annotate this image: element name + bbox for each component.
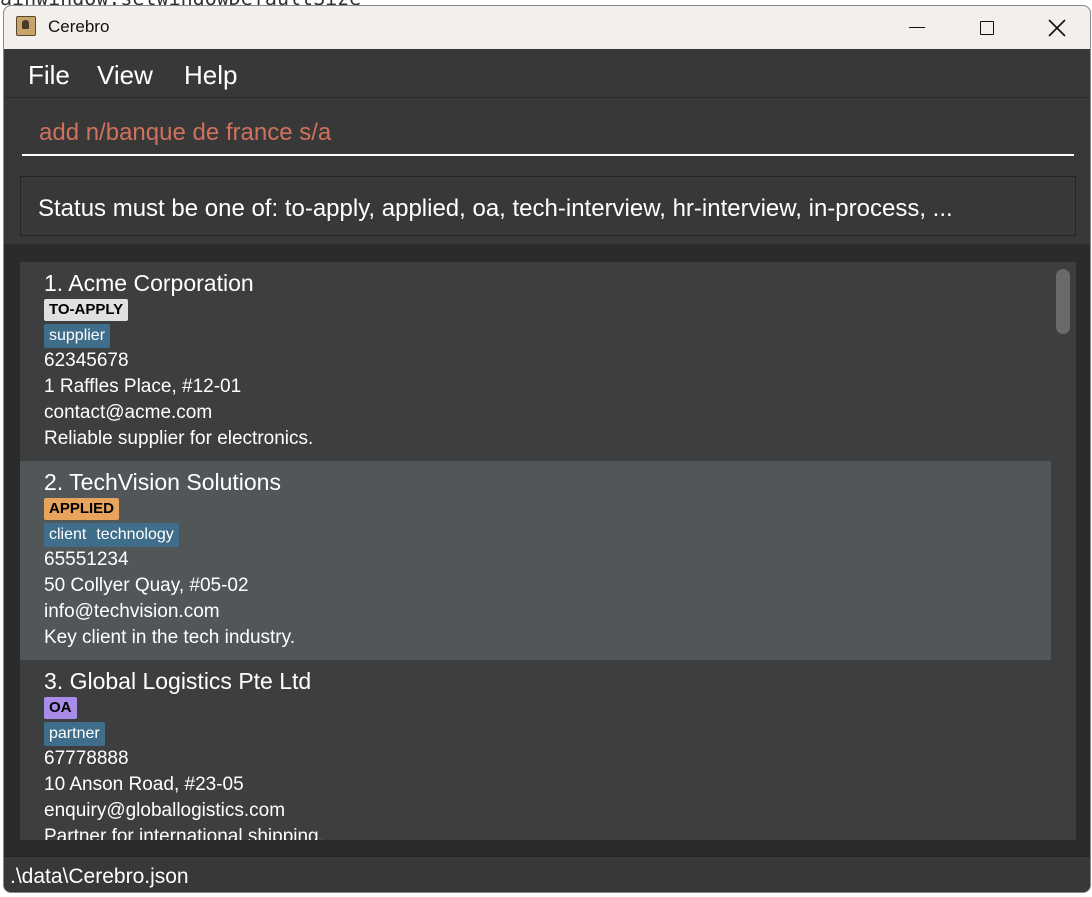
tag: supplier bbox=[44, 324, 111, 348]
tag: technology bbox=[91, 523, 179, 547]
app-window: Cerebro File View Help Status must be on… bbox=[3, 5, 1091, 893]
app-icon bbox=[16, 16, 36, 36]
close-button[interactable] bbox=[1022, 6, 1090, 49]
status-badge: OA bbox=[44, 697, 77, 719]
company-email: enquiry@globallogistics.com bbox=[44, 800, 286, 821]
maximize-button[interactable] bbox=[952, 6, 1022, 49]
company-name: 2. TechVision Solutions bbox=[44, 469, 281, 495]
status-bar: .\data\Cerebro.json bbox=[4, 856, 1090, 892]
company-address: 10 Anson Road, #23-05 bbox=[44, 774, 244, 795]
tag-list: partner bbox=[44, 722, 1051, 746]
company-address: 50 Collyer Quay, #05-02 bbox=[44, 575, 249, 596]
tag-list: client technology bbox=[44, 523, 1051, 547]
save-file-path: .\data\Cerebro.json bbox=[10, 865, 189, 888]
minimize-icon bbox=[909, 26, 925, 29]
command-input[interactable] bbox=[22, 112, 1074, 156]
company-list[interactable]: 1. Acme Corporation TO-APPLY supplier 62… bbox=[20, 262, 1076, 840]
status-badge: APPLIED bbox=[44, 498, 120, 520]
company-phone: 67778888 bbox=[44, 748, 129, 769]
company-card-selected[interactable]: 2. TechVision Solutions APPLIED client te… bbox=[20, 461, 1051, 660]
scrollbar-thumb[interactable] bbox=[1056, 269, 1070, 334]
company-phone: 65551234 bbox=[44, 549, 129, 570]
company-phone: 62345678 bbox=[44, 350, 129, 371]
company-name: 3. Global Logistics Pte Ltd bbox=[44, 668, 312, 694]
title-bar[interactable]: Cerebro bbox=[4, 6, 1090, 49]
tag: partner bbox=[44, 722, 105, 746]
company-list-panel: 1. Acme Corporation TO-APPLY supplier 62… bbox=[4, 248, 1090, 856]
company-card[interactable]: 1. Acme Corporation TO-APPLY supplier 62… bbox=[20, 262, 1051, 461]
maximize-icon bbox=[980, 20, 994, 35]
company-remark: Reliable supplier for electronics. bbox=[44, 428, 314, 449]
status-badge: TO-APPLY bbox=[44, 299, 129, 321]
tag-list: supplier bbox=[44, 324, 1051, 348]
result-display: Status must be one of: to-apply, applied… bbox=[20, 176, 1076, 236]
result-area: Status must be one of: to-apply, applied… bbox=[4, 170, 1090, 244]
command-area bbox=[4, 98, 1090, 176]
menu-help[interactable]: Help bbox=[184, 60, 237, 91]
close-icon bbox=[1048, 18, 1066, 37]
company-name: 1. Acme Corporation bbox=[44, 270, 254, 296]
tag: client bbox=[44, 523, 92, 547]
minimize-button[interactable] bbox=[882, 6, 952, 49]
company-address: 1 Raffles Place, #12-01 bbox=[44, 376, 242, 397]
menu-file[interactable]: File bbox=[28, 60, 70, 91]
company-email: info@techvision.com bbox=[44, 601, 220, 622]
window-title: Cerebro bbox=[48, 17, 110, 36]
company-card[interactable]: 3. Global Logistics Pte Ltd OA partner 6… bbox=[20, 660, 1051, 840]
company-remark: Partner for international shipping. bbox=[44, 826, 324, 840]
menu-view[interactable]: View bbox=[97, 60, 153, 91]
menu-bar: File View Help bbox=[4, 49, 1090, 98]
company-email: contact@acme.com bbox=[44, 402, 213, 423]
company-remark: Key client in the tech industry. bbox=[44, 627, 295, 648]
